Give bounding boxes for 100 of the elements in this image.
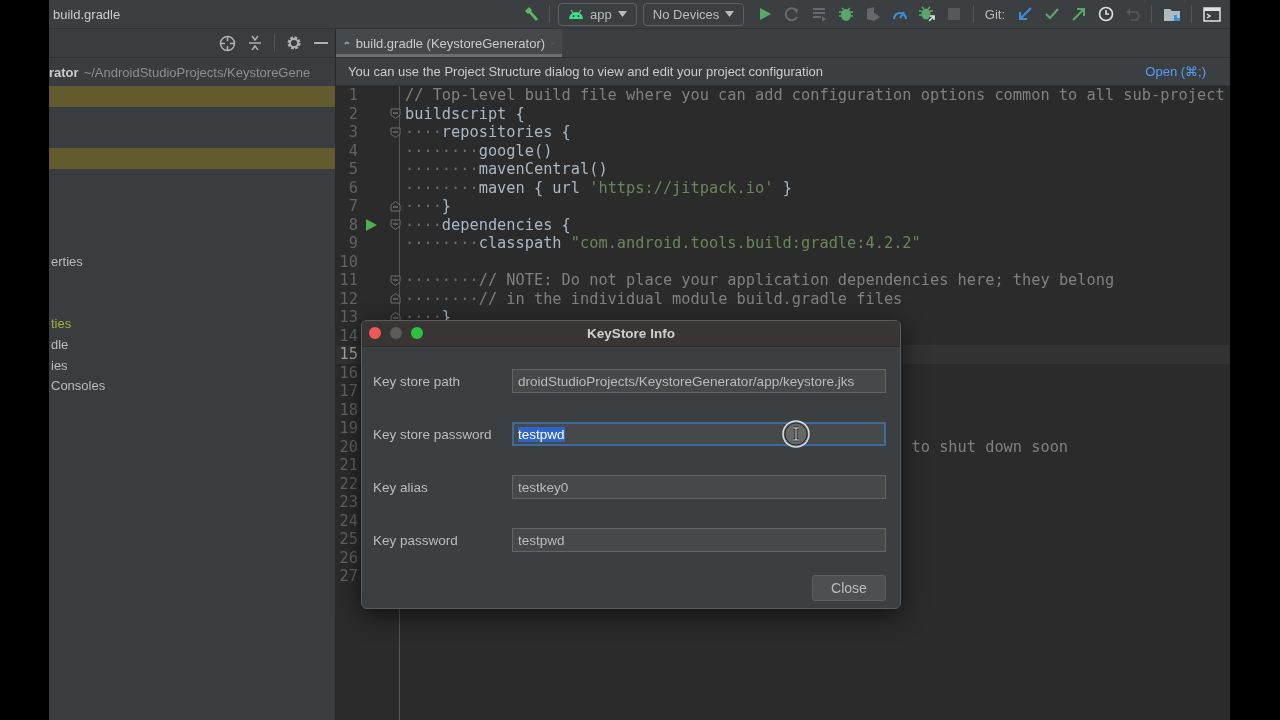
whitespace-dots: ········ (405, 141, 479, 160)
line-number: 18 (338, 400, 358, 419)
settings-icon[interactable] (286, 35, 302, 51)
code-comment: // in the individual module build.gradle files (478, 289, 903, 308)
line-number: 8 (347, 215, 358, 234)
line-number: 22 (338, 474, 358, 493)
line-number: 4 (347, 141, 358, 160)
banner-message: You can use the Project Structure dialog to view and edit your project configuration (348, 64, 824, 79)
whitespace-dots: ···· (405, 308, 442, 326)
whitespace-dots: ···· (405, 215, 442, 234)
arrow-down-left-icon[interactable] (1016, 6, 1033, 22)
git-label: Git: (984, 6, 1005, 22)
caret-icon (617, 11, 627, 17)
line-number: 3 (347, 123, 358, 142)
code-text: } (782, 178, 792, 197)
close-window-icon[interactable] (369, 327, 381, 339)
tree-item[interactable]: Consoles (51, 378, 106, 394)
line-number: 13 (338, 308, 358, 327)
selected-text: testpwd (518, 426, 565, 442)
folder-icon[interactable] (1162, 6, 1181, 22)
field-label: Key alias (373, 479, 429, 495)
line-number: 17 (338, 382, 358, 401)
code-text: dependencies { (441, 215, 571, 234)
terminal-icon[interactable] (1202, 6, 1221, 22)
code-text: buildscript { (405, 104, 525, 123)
tree-item[interactable]: ties (51, 316, 72, 332)
fold-icon[interactable] (390, 200, 401, 212)
line-number: 24 (338, 511, 358, 530)
string-literal: "com.android.tools.build:gradle:4.2.2" (570, 234, 921, 252)
line-number: 12 (338, 289, 358, 308)
tree-item[interactable]: erties (51, 254, 83, 270)
zoom-window-icon[interactable] (411, 327, 423, 339)
editor-tab[interactable]: build.gradle (KeystoreGenerator) (336, 29, 562, 57)
line-number: 2 (347, 104, 358, 123)
fold-icon[interactable] (390, 219, 401, 231)
arrow-up-right-icon[interactable] (1070, 6, 1087, 22)
line-number: 15 (338, 345, 358, 364)
android-icon (568, 8, 585, 20)
input-field[interactable]: droidStudioProjects/KeystoreGenerator/app/keystore.jks (512, 369, 886, 393)
line-number: 23 (338, 493, 358, 512)
input-field[interactable]: testpwd (512, 528, 886, 552)
fold-icon[interactable] (390, 126, 401, 138)
field-label: Key password (373, 532, 459, 548)
window-title: build.gradle (52, 6, 121, 22)
caret-icon (725, 11, 735, 17)
tree-item[interactable]: dle (51, 337, 69, 353)
whitespace-dots: ········ (405, 289, 479, 308)
bug-icon[interactable] (838, 6, 855, 22)
close-button[interactable]: Close (812, 575, 886, 601)
line-number: 1 (347, 86, 358, 105)
whitespace-dots: ········ (405, 178, 479, 197)
fold-icon[interactable] (390, 108, 401, 120)
field-value: testpwd (518, 532, 565, 548)
input-field[interactable]: testkey0 (512, 475, 886, 499)
code-comment: // NOTE: Do not place your application dependencies here; they belong (478, 271, 1115, 289)
field-value: droidStudioProjects/KeystoreGenerator/app/keystore.jks (518, 373, 855, 389)
line-number: 26 (338, 548, 358, 567)
check-icon[interactable] (1043, 6, 1060, 22)
whitespace-dots: ········ (405, 271, 479, 289)
code-text: repositories { (441, 123, 571, 141)
project-path: ~/AndroidStudioProjects/KeystoreGene (83, 64, 311, 80)
text-cursor-icon (782, 420, 810, 448)
code-comment: to shut down soon (911, 437, 1069, 456)
line-number: 19 (338, 419, 358, 438)
line-number: 25 (338, 530, 358, 549)
line-number: 10 (338, 252, 358, 271)
clock-icon[interactable] (1097, 6, 1114, 22)
whitespace-dots: ···· (405, 123, 442, 141)
whitespace-dots: ········ (405, 234, 479, 252)
line-number: 7 (347, 197, 358, 216)
line-number: 5 (347, 160, 358, 179)
fold-icon[interactable] (390, 293, 401, 305)
field-value: testkey0 (518, 479, 569, 495)
whitespace-dots: ········ (405, 160, 479, 178)
run-configuration-dropdown[interactable]: app (558, 2, 637, 26)
line-number: 9 (347, 234, 358, 253)
run-gutter-icon[interactable] (365, 218, 377, 231)
line-number: 20 (338, 437, 358, 456)
tree-item[interactable]: ies (51, 357, 68, 373)
line-number: 11 (338, 271, 358, 290)
line-number: 21 (338, 456, 358, 475)
input-field[interactable]: testpwd (512, 422, 886, 446)
open-link[interactable]: Open (⌘;) (1145, 64, 1206, 79)
minimize-window-icon[interactable] (390, 327, 402, 339)
collapse-icon[interactable] (247, 35, 263, 51)
line-number: 27 (338, 567, 358, 586)
device-dropdown[interactable]: No Devices (642, 2, 745, 26)
dialog-title: KeyStore Info (587, 326, 675, 341)
bug-arrow-icon[interactable] (919, 6, 936, 22)
code-text: mavenCentral() (478, 160, 608, 178)
code-text: } (441, 197, 452, 215)
target-icon[interactable] (219, 34, 236, 52)
fold-icon[interactable] (390, 274, 401, 286)
code-text: maven { url (478, 178, 580, 197)
line-number: 6 (347, 178, 358, 197)
project-name[interactable]: rator (49, 64, 79, 80)
line-number: 16 (338, 363, 358, 382)
field-label: Key store path (373, 373, 462, 389)
code-text: google() (478, 141, 553, 160)
whitespace-dots: ···· (405, 197, 442, 215)
